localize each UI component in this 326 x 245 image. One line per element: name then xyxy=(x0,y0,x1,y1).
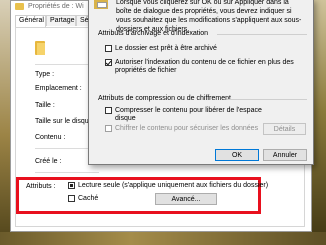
group-divider xyxy=(217,34,307,35)
attributes-label: Attributs : xyxy=(26,183,56,190)
readonly-label: Lecture seule (s'applique uniquement aux… xyxy=(78,182,269,189)
encrypt-label: Chiffrer le contenu pour sécuriser les d… xyxy=(115,125,259,132)
tab-sharing[interactable]: Partage xyxy=(46,15,76,26)
details-button[interactable]: Détails xyxy=(263,123,306,135)
archive-group-title: Attributs d'archivage et d'indexation xyxy=(98,30,209,37)
archive-checkbox[interactable] xyxy=(105,45,112,52)
compress-group-title: Attributs de compression ou de chiffreme… xyxy=(98,95,231,102)
window-title: Propriétés de : Wi xyxy=(28,3,84,10)
desktop-background-left xyxy=(0,0,10,245)
ok-button[interactable]: OK xyxy=(215,149,259,161)
advanced-button[interactable]: Avancé... xyxy=(155,193,217,205)
location-label: Emplacement : xyxy=(35,85,82,92)
size-label: Taille : xyxy=(35,102,55,109)
archive-label: Le dossier est prêt à être archivé xyxy=(115,45,217,52)
compress-label: Compresser le contenu pour libérer de l'… xyxy=(115,107,262,122)
created-label: Créé le : xyxy=(35,158,62,165)
dialog-intro-text: Lorsque vous cliquerez sur OK ou sur App… xyxy=(116,0,302,33)
desktop-background-right xyxy=(312,0,326,245)
index-label: Autoriser l'indexation du contenu de ce … xyxy=(115,59,294,74)
folder-icon xyxy=(15,3,24,10)
desktop-background-bottom xyxy=(0,232,326,245)
folder-attributes-icon xyxy=(94,0,108,9)
advanced-attributes-dialog: Lorsque vous cliquerez sur OK ou sur App… xyxy=(88,0,314,165)
type-label: Type : xyxy=(35,71,55,78)
contents-label: Contenu : xyxy=(35,134,66,141)
index-checkbox[interactable] xyxy=(105,59,112,66)
encrypt-checkbox[interactable] xyxy=(105,125,112,132)
hidden-label: Caché xyxy=(78,195,99,202)
compress-checkbox[interactable] xyxy=(105,107,112,114)
folder-icon xyxy=(35,39,45,55)
readonly-checkbox[interactable] xyxy=(68,182,75,189)
group-divider xyxy=(227,99,307,100)
hidden-checkbox[interactable] xyxy=(68,195,75,202)
cancel-button[interactable]: Annuler xyxy=(263,149,307,161)
divider xyxy=(35,172,99,173)
